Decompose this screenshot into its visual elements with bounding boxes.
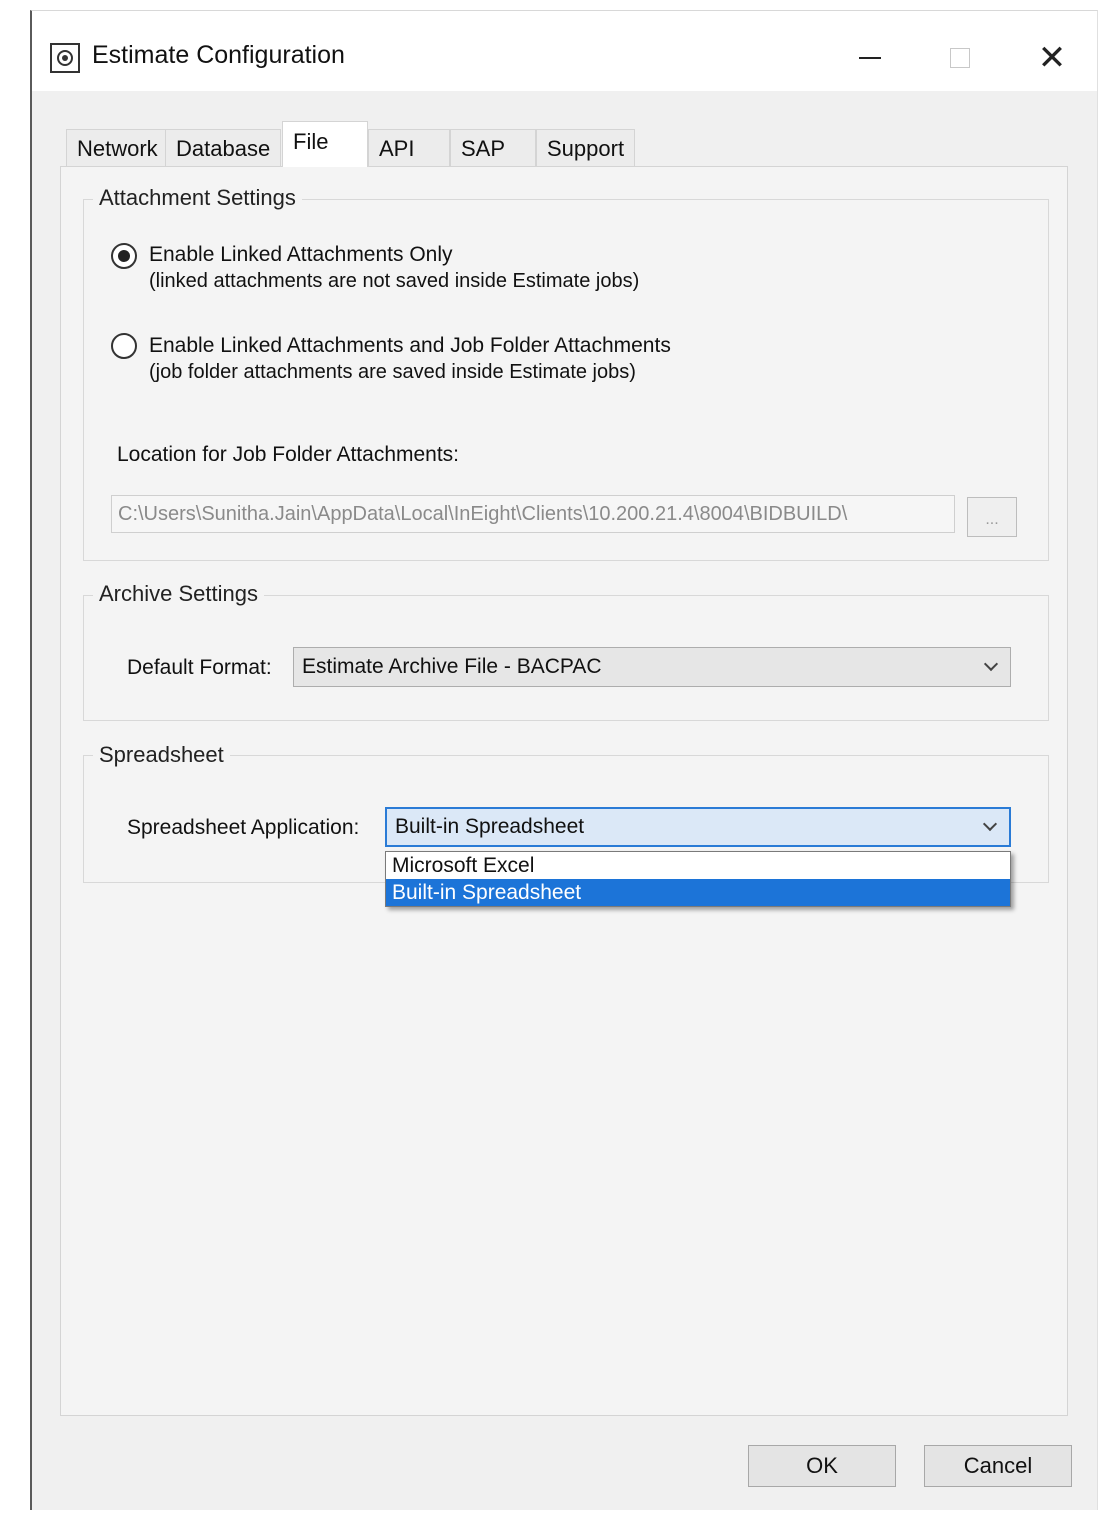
window-title: Estimate Configuration [92,41,345,69]
browse-button[interactable]: ... [967,497,1017,537]
estimate-configuration-window: Estimate Configuration ✕ Network Databas… [30,10,1098,1510]
tab-sap[interactable]: SAP [450,129,536,167]
spreadsheet-application-dropdown: Microsoft Excel Built-in Spreadsheet [385,851,1011,907]
tab-database[interactable]: Database [165,129,282,167]
tab-file[interactable]: File [282,121,368,167]
linked-only-note: (linked attachments are not saved inside… [149,270,640,292]
spreadsheet-application-select[interactable]: Built-in Spreadsheet [385,807,1011,847]
close-button[interactable]: ✕ [1022,33,1082,83]
tab-support[interactable]: Support [536,129,636,167]
maximize-icon [950,48,970,68]
default-format-label: Default Format: [127,656,272,679]
linked-only-radio[interactable] [111,243,137,269]
spreadsheet-application-label: Spreadsheet Application: [127,816,360,839]
linked-only-label[interactable]: Enable Linked Attachments Only [149,241,453,268]
file-tab-page: Attachment Settings Enable Linked Attach… [60,166,1068,1416]
spreadsheet-legend: Spreadsheet [93,742,230,768]
chevron-down-icon [981,809,999,845]
tab-network[interactable]: Network [66,129,169,167]
minimize-icon [859,57,881,59]
maximize-button[interactable] [930,33,990,83]
app-icon [50,43,80,73]
linked-and-folder-radio[interactable] [111,333,137,359]
linked-and-folder-label[interactable]: Enable Linked Attachments and Job Folder… [149,332,671,359]
title-bar: Estimate Configuration ✕ [32,11,1097,91]
spreadsheet-application-value: Built-in Spreadsheet [395,815,585,838]
job-folder-location-field[interactable]: C:\Users\Sunitha.Jain\AppData\Local\InEi… [111,495,955,533]
location-label: Location for Job Folder Attachments: [117,443,460,466]
chevron-down-icon [982,648,1000,686]
default-format-select[interactable]: Estimate Archive File - BACPAC [293,647,1011,687]
ok-button[interactable]: OK [748,1445,896,1487]
dropdown-option-microsoft-excel[interactable]: Microsoft Excel [386,852,1010,879]
close-icon: ✕ [1037,39,1067,77]
default-format-value: Estimate Archive File - BACPAC [302,655,602,678]
attachment-settings-legend: Attachment Settings [93,185,302,211]
cancel-button[interactable]: Cancel [924,1445,1072,1487]
minimize-button[interactable] [840,33,900,83]
dropdown-option-built-in-spreadsheet[interactable]: Built-in Spreadsheet [386,879,1010,906]
linked-and-folder-note: (job folder attachments are saved inside… [149,361,636,383]
tab-api[interactable]: API [368,129,450,167]
archive-settings-legend: Archive Settings [93,581,264,607]
